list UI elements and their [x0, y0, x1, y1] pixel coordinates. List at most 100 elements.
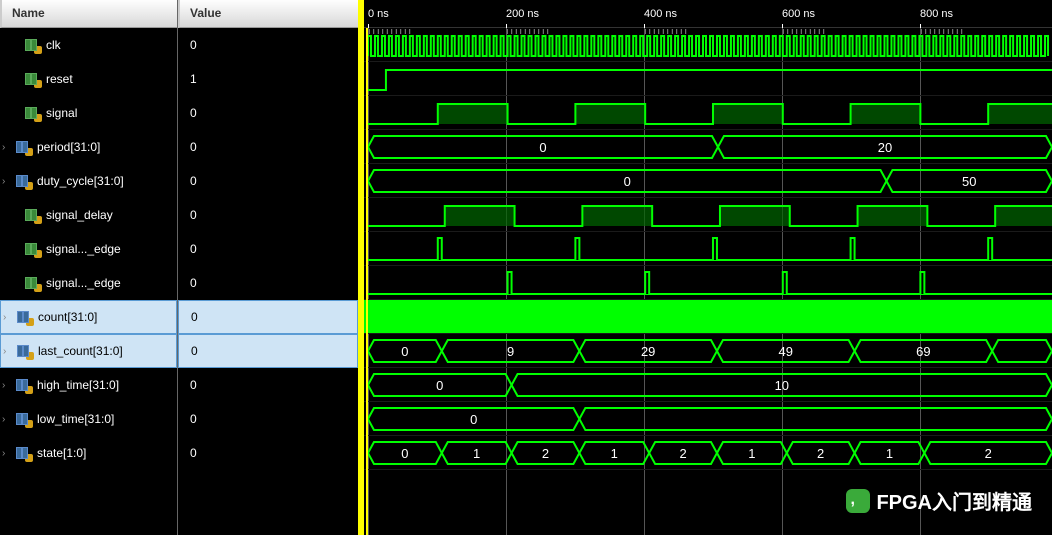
svg-text:10: 10 [775, 378, 789, 393]
signal-icon [24, 72, 40, 86]
time-ruler[interactable]: 0 nsıııııııııı 200 nsıııııııııı 400 nsıııı… [364, 0, 1052, 28]
signal-name: high_time[31:0] [37, 378, 119, 392]
signal-icon [24, 106, 40, 120]
wave-period: 020 [364, 130, 1052, 164]
signal-icon [24, 38, 40, 52]
value-cell-signal_delay[interactable]: 0 [178, 198, 358, 232]
svg-text:29: 29 [641, 344, 655, 359]
signal-icon [15, 446, 31, 460]
signal-row-clk[interactable]: clk [0, 28, 177, 62]
signal-row-duty_cycle[31:0][interactable]: › duty_cycle[31:0] [0, 164, 177, 198]
wave-duty_cycle: 0 50 [364, 164, 1052, 198]
expand-icon[interactable]: › [2, 176, 14, 187]
signal-name: state[1:0] [37, 446, 86, 460]
wave-rising-edge [364, 232, 1052, 266]
value-column: Value 0100000000000 [178, 0, 360, 535]
signal-name: low_time[31:0] [37, 412, 114, 426]
signal-row-period[31:0][interactable]: ›period[31:0] [0, 130, 177, 164]
signal-row-low_time[31:0][interactable]: › low_time[31:0] [0, 402, 177, 436]
name-column: Name clkresetsignal›period[31:0]›duty_cy… [0, 0, 178, 535]
signal-name: count[31:0] [38, 310, 97, 324]
signal-icon [15, 378, 31, 392]
signal-icon [24, 242, 40, 256]
svg-text:0: 0 [470, 412, 477, 427]
svg-text:1: 1 [748, 446, 755, 461]
svg-text:2: 2 [679, 446, 686, 461]
signal-name: last_count[31:0] [38, 344, 123, 358]
signal-row-signal[interactable]: signal [0, 96, 177, 130]
ruler-tick: 400 nsıııııııııı [644, 8, 677, 20]
svg-text:0: 0 [624, 174, 631, 189]
wave-count [364, 300, 1052, 334]
svg-text:1: 1 [473, 446, 480, 461]
signal-icon [24, 276, 40, 290]
signal-row-state[1:0][interactable]: › state[1:0] [0, 436, 177, 470]
value-cell-low_time[31:0][interactable]: 0 [178, 402, 358, 436]
value-cell-last_count[31:0][interactable]: 0 [178, 334, 358, 368]
signal-icon [15, 140, 31, 154]
signal-row-high_time[31:0][interactable]: › high_time[31:0] [0, 368, 177, 402]
signal-name: duty_cycle[31:0] [37, 174, 124, 188]
value-cell-count[31:0][interactable]: 0 [178, 300, 358, 334]
signal-name: signal_delay [46, 208, 113, 222]
svg-text:2: 2 [985, 446, 992, 461]
cursor[interactable] [366, 28, 368, 535]
value-cell-duty_cycle[31:0][interactable]: 0 [178, 164, 358, 198]
wave-state: 012121212 [364, 436, 1052, 470]
ruler-tick: 800 nsıııııııııı [920, 8, 953, 20]
wave-clk [364, 28, 1052, 62]
svg-text:2: 2 [817, 446, 824, 461]
value-cell-period[31:0][interactable]: 0 [178, 130, 358, 164]
svg-text:1: 1 [886, 446, 893, 461]
signal-row-last_count[31:0][interactable]: › last_count[31:0] [0, 334, 177, 368]
svg-text:0: 0 [539, 140, 546, 155]
name-header[interactable]: Name [0, 0, 177, 28]
signal-row-count[31:0][interactable]: › count[31:0] [0, 300, 177, 334]
svg-text:1: 1 [611, 446, 618, 461]
signal-name: reset [46, 72, 73, 86]
expand-icon[interactable]: › [2, 414, 14, 425]
svg-text:69: 69 [916, 344, 930, 359]
svg-text:0: 0 [436, 378, 443, 393]
value-cell-signal..._edge[interactable]: 0 [178, 266, 358, 300]
signal-icon [15, 412, 31, 426]
value-cell-signal..._edge[interactable]: 0 [178, 232, 358, 266]
ruler-tick: 200 nsıııııııııı [506, 8, 539, 20]
signal-row-reset[interactable]: reset [0, 62, 177, 96]
signals-panel: Name clkresetsignal›period[31:0]›duty_cy… [0, 0, 360, 535]
signal-row-signal_delay[interactable]: signal_delay [0, 198, 177, 232]
wechat-icon [846, 489, 870, 513]
value-cell-signal[interactable]: 0 [178, 96, 358, 130]
signal-icon [16, 344, 32, 358]
wave-signal-delay [364, 198, 1052, 232]
value-cell-state[1:0][interactable]: 0 [178, 436, 358, 470]
waveform-panel[interactable]: 0 nsıııııııııı 200 nsıııııııııı 400 nsıııı… [360, 0, 1052, 535]
value-cell-clk[interactable]: 0 [178, 28, 358, 62]
wave-falling-edge [364, 266, 1052, 300]
svg-text:50: 50 [962, 174, 976, 189]
expand-icon[interactable]: › [2, 380, 14, 391]
watermark: FPGA入门到精通 [846, 486, 1032, 515]
svg-text:0: 0 [401, 446, 408, 461]
signal-name: signal..._edge [46, 276, 121, 290]
signal-icon [16, 310, 32, 324]
signal-row-signal..._edge[interactable]: signal..._edge [0, 266, 177, 300]
expand-icon[interactable]: › [3, 346, 15, 357]
value-cell-reset[interactable]: 1 [178, 62, 358, 96]
ruler-tick: 0 nsıııııııııı [368, 8, 389, 20]
signal-name: signal..._edge [46, 242, 121, 256]
svg-text:49: 49 [779, 344, 793, 359]
value-header[interactable]: Value [178, 0, 358, 28]
value-cell-high_time[31:0][interactable]: 0 [178, 368, 358, 402]
svg-text:0: 0 [401, 344, 408, 359]
signal-name: signal [46, 106, 77, 120]
wave-reset [364, 62, 1052, 96]
signal-row-signal..._edge[interactable]: signal..._edge [0, 232, 177, 266]
expand-icon[interactable]: › [3, 312, 15, 323]
expand-icon[interactable]: › [2, 142, 14, 153]
signal-icon [24, 208, 40, 222]
svg-text:9: 9 [507, 344, 514, 359]
wave-signal [364, 96, 1052, 130]
wave-last_count: 0 9 29 49 69 [364, 334, 1052, 368]
expand-icon[interactable]: › [2, 448, 14, 459]
